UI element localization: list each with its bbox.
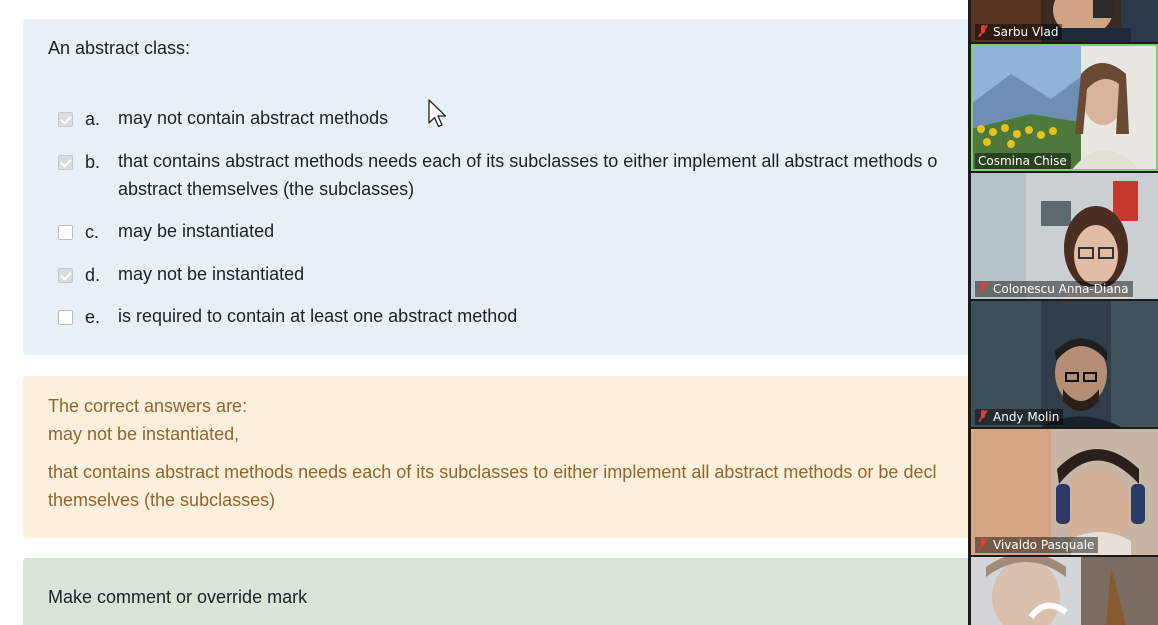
- feedback-heading: The correct answers are:: [48, 396, 248, 416]
- option-b-checkbox[interactable]: [58, 155, 73, 170]
- make-comment-link[interactable]: Make comment or override mark: [48, 587, 307, 608]
- option-c-checkbox[interactable]: [58, 225, 73, 240]
- mouse-cursor-icon: [428, 99, 447, 128]
- mic-off-icon: [978, 410, 988, 422]
- option-b-text-line1: that contains abstract methods needs eac…: [118, 151, 938, 171]
- mic-off-icon: [978, 25, 988, 37]
- participant-tile-6[interactable]: [971, 557, 1158, 625]
- participant-name-text-2: Cosmina Chise: [978, 154, 1067, 168]
- option-c-letter: c.: [85, 222, 100, 242]
- comment-card: Make comment or override mark: [23, 558, 1013, 625]
- question-card: An abstract class: a. may not contain ab…: [23, 19, 1013, 355]
- option-d-text: may not be instantiated: [118, 264, 305, 284]
- participant-tile-colonescu-anna-diana[interactable]: Colonescu Anna-Diana: [971, 173, 1158, 299]
- option-a-letter: a.: [85, 109, 101, 129]
- feedback-answer-2-line2: themselves (the subclasses): [48, 490, 276, 510]
- participant-video-6: [971, 557, 1158, 625]
- mic-off-icon: [978, 538, 988, 550]
- participant-name-2: Cosmina Chise: [975, 153, 1071, 169]
- feedback-answer-2-line1: that contains abstract methods needs eac…: [48, 462, 937, 482]
- page: An abstract class: a. may not contain ab…: [0, 0, 1158, 625]
- participant-tile-sarbu-vlad[interactable]: Sarbu Vlad: [971, 0, 1158, 42]
- option-c-text: may be instantiated: [118, 221, 275, 241]
- mic-off-icon: [978, 282, 988, 294]
- participant-name-text-4: Andy Molin: [993, 410, 1060, 424]
- participant-name-4: Andy Molin: [975, 409, 1064, 425]
- feedback-answer-1: may not be instantiated,: [48, 424, 240, 444]
- option-b-text: that contains abstract methods needs eac…: [118, 147, 1008, 203]
- option-d-letter: d.: [85, 265, 101, 285]
- feedback-card: The correct answers are: may not be inst…: [23, 376, 1013, 538]
- video-participants-panel: Sarbu Vlad Cosmina Chise Colonescu Anna-…: [968, 0, 1158, 625]
- participant-tile-andy-molin[interactable]: Andy Molin: [971, 301, 1158, 427]
- option-e-checkbox[interactable]: [58, 310, 73, 325]
- option-b-text-line2: abstract themselves (the subclasses): [118, 179, 415, 199]
- participant-name-text-5: Vivaldo Pasquale: [993, 538, 1095, 552]
- question-prompt: An abstract class:: [48, 38, 191, 58]
- option-b-letter: b.: [85, 152, 101, 172]
- participant-name-1: Sarbu Vlad: [975, 24, 1063, 40]
- participant-name-text-1: Sarbu Vlad: [993, 25, 1059, 39]
- participant-name-text-3: Colonescu Anna-Diana: [993, 282, 1129, 296]
- participant-name-3: Colonescu Anna-Diana: [975, 281, 1133, 297]
- option-a-text: may not contain abstract methods: [118, 108, 389, 128]
- participant-name-5: Vivaldo Pasquale: [975, 537, 1099, 553]
- option-e-text: is required to contain at least one abst…: [118, 306, 518, 326]
- participant-tile-cosmina-chise[interactable]: Cosmina Chise: [971, 44, 1158, 171]
- participant-tile-vivaldo-pasquale[interactable]: Vivaldo Pasquale: [971, 429, 1158, 555]
- option-a-checkbox[interactable]: [58, 112, 73, 127]
- option-e-letter: e.: [85, 307, 101, 327]
- participant-video-2: [971, 44, 1158, 171]
- option-d-checkbox[interactable]: [58, 268, 73, 283]
